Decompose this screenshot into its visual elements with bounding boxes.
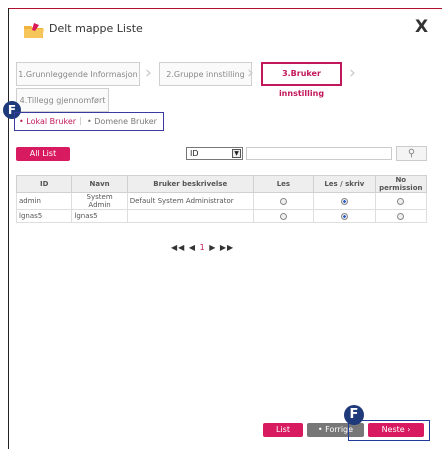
radio-no-permission[interactable] bbox=[397, 212, 405, 220]
table-row: admin System Admin Default System Admini… bbox=[15, 192, 428, 210]
tab-separator: | bbox=[79, 116, 82, 125]
dialog-left-border bbox=[8, 8, 9, 449]
current-page[interactable]: 1 bbox=[200, 243, 206, 252]
cell-name: lgnas5 bbox=[71, 209, 128, 223]
dialog-title: Delt mappe Liste bbox=[49, 22, 143, 35]
cell-name: System Admin bbox=[71, 192, 128, 210]
cell-description: Default System Administrator bbox=[126, 192, 254, 210]
col-header-no-permission[interactable]: No permission bbox=[374, 175, 428, 193]
annotation-badge: F bbox=[344, 405, 364, 425]
col-header-read-write[interactable]: Les / skriv bbox=[313, 175, 376, 193]
pagination: ◀◀ ◀ 1 ▶ ▶▶ bbox=[171, 243, 234, 252]
step-1[interactable]: 1.Grunnleggende Informasjon bbox=[16, 62, 140, 86]
tab-local-user[interactable]: • Lokal Bruker bbox=[19, 117, 76, 126]
search-icon: ⚲ bbox=[407, 148, 416, 159]
step-2[interactable]: 2.Gruppe innstilling bbox=[159, 62, 252, 86]
step-4[interactable]: 4.Tillegg gjennomført bbox=[16, 88, 109, 112]
all-list-button[interactable]: All List bbox=[16, 147, 70, 161]
step-3-active[interactable]: 3.Bruker innstilling bbox=[261, 62, 342, 98]
col-header-read[interactable]: Les bbox=[252, 175, 315, 193]
table-row: lgnas5 lgnas5 bbox=[15, 209, 428, 223]
search-field-select[interactable]: ID ▼ bbox=[186, 147, 243, 160]
chevron-right-icon: › bbox=[247, 63, 254, 83]
first-page-icon[interactable]: ◀◀ bbox=[171, 243, 185, 252]
close-button[interactable]: X bbox=[415, 17, 428, 37]
search-button[interactable]: ⚲ bbox=[396, 146, 427, 161]
table-header-row: ID Navn Bruker beskrivelse Les Les / skr… bbox=[15, 175, 428, 193]
tab-domain-user[interactable]: • Domene Bruker bbox=[87, 117, 157, 126]
radio-no-permission[interactable] bbox=[397, 197, 405, 205]
radio-read-write[interactable] bbox=[340, 197, 348, 205]
list-button[interactable]: List bbox=[263, 423, 303, 437]
dialog-top-border bbox=[8, 8, 442, 9]
last-page-icon[interactable]: ▶▶ bbox=[220, 243, 234, 252]
radio-read[interactable] bbox=[279, 212, 287, 220]
col-header-name[interactable]: Navn bbox=[71, 175, 128, 193]
shared-folder-icon bbox=[24, 23, 44, 38]
user-table: ID Navn Bruker beskrivelse Les Les / skr… bbox=[15, 175, 428, 223]
col-header-id[interactable]: ID bbox=[15, 175, 73, 193]
search-input[interactable] bbox=[246, 147, 392, 160]
chevron-down-icon: ▼ bbox=[232, 149, 241, 158]
cell-description bbox=[126, 209, 254, 223]
cell-id: admin bbox=[15, 192, 73, 210]
chevron-right-icon: › bbox=[145, 63, 152, 83]
user-type-tabs: • Lokal Bruker | • Domene Bruker bbox=[14, 112, 164, 131]
prev-page-icon[interactable]: ◀ bbox=[189, 243, 196, 252]
chevron-right-icon: › bbox=[349, 63, 356, 83]
col-header-description[interactable]: Bruker beskrivelse bbox=[126, 175, 254, 193]
highlight-box bbox=[348, 420, 430, 441]
cell-id: lgnas5 bbox=[15, 209, 73, 223]
next-page-icon[interactable]: ▶ bbox=[209, 243, 216, 252]
radio-read-write[interactable] bbox=[340, 212, 348, 220]
radio-read[interactable] bbox=[279, 197, 287, 205]
select-value: ID bbox=[190, 149, 199, 158]
